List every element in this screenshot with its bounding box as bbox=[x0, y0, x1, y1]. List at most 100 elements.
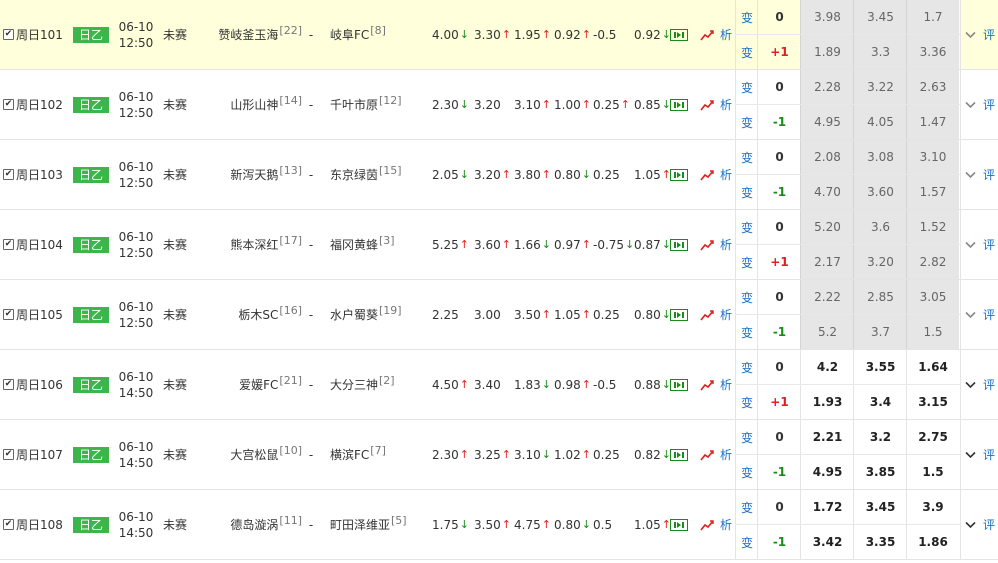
away-win-odds[interactable]: 3.10 bbox=[906, 140, 959, 174]
home-team-name[interactable]: 爱媛FC bbox=[239, 376, 278, 393]
draw-odds[interactable]: 3.2 bbox=[853, 420, 907, 454]
draw-odds[interactable]: 3.60 bbox=[853, 175, 907, 209]
live-button[interactable] bbox=[670, 350, 692, 419]
league-badge[interactable]: 日乙 bbox=[73, 306, 109, 323]
away-win-odds[interactable]: 1.64 bbox=[906, 350, 959, 384]
change-link[interactable]: 变 bbox=[735, 385, 758, 419]
trend-button[interactable] bbox=[700, 70, 716, 139]
match-row[interactable]: ✔ 周日102 日乙 06-10 12:50 未赛 山形山神 [14] - 千叶市原 [12] 2.3… bbox=[0, 70, 998, 140]
away-win-odds[interactable]: 1.7 bbox=[906, 0, 959, 34]
trend-chart-icon[interactable] bbox=[700, 99, 715, 111]
match-row[interactable]: ✔ 周日107 日乙 06-10 14:50 未赛 大宫松鼠 [10] - 横滨FC [7] 2.30… bbox=[0, 420, 998, 490]
home-win-odds[interactable]: 5.20 bbox=[800, 210, 854, 244]
analysis-link[interactable]: 析 bbox=[720, 70, 734, 139]
select-checkbox[interactable]: ✔ bbox=[3, 350, 14, 419]
change-link[interactable]: 变 bbox=[735, 140, 758, 174]
away-team-name[interactable]: 岐阜FC bbox=[330, 26, 369, 43]
comment-link[interactable]: 评 bbox=[980, 210, 998, 279]
comment-link[interactable]: 评 bbox=[980, 280, 998, 349]
home-team-name[interactable]: 栃木SC bbox=[238, 306, 278, 323]
away-win-odds[interactable]: 2.82 bbox=[906, 245, 959, 279]
change-link[interactable]: 变 bbox=[735, 35, 758, 69]
league-badge[interactable]: 日乙 bbox=[73, 96, 109, 113]
expand-button[interactable] bbox=[960, 420, 979, 489]
trend-button[interactable] bbox=[700, 490, 716, 559]
live-video-icon[interactable] bbox=[670, 28, 688, 41]
change-link[interactable]: 变 bbox=[735, 315, 758, 349]
analysis-link[interactable]: 析 bbox=[720, 0, 734, 69]
trend-button[interactable] bbox=[700, 420, 716, 489]
change-link[interactable]: 变 bbox=[735, 105, 758, 139]
away-team-name[interactable]: 福冈黄蜂 bbox=[330, 236, 378, 253]
away-team[interactable]: 东京绿茵 [15] bbox=[330, 140, 430, 209]
match-row[interactable]: ✔ 周日104 日乙 06-10 12:50 未赛 熊本深红 [17] - 福冈黄蜂 [3] 5.25… bbox=[0, 210, 998, 280]
home-team-name[interactable]: 赞岐釜玉海 bbox=[218, 26, 278, 43]
home-win-odds[interactable]: 2.21 bbox=[800, 420, 854, 454]
trend-button[interactable] bbox=[700, 280, 716, 349]
comment-link[interactable]: 评 bbox=[980, 490, 998, 559]
away-win-odds[interactable]: 1.47 bbox=[906, 105, 959, 139]
away-team[interactable]: 岐阜FC [8] bbox=[330, 0, 430, 69]
home-win-odds[interactable]: 2.17 bbox=[800, 245, 854, 279]
chevron-down-icon[interactable] bbox=[964, 311, 976, 319]
home-win-odds[interactable]: 2.08 bbox=[800, 140, 854, 174]
home-win-odds[interactable]: 1.72 bbox=[800, 490, 854, 524]
home-team[interactable]: 大宫松鼠 [10] bbox=[196, 420, 302, 489]
change-link[interactable]: 变 bbox=[735, 70, 758, 104]
analysis-link[interactable]: 析 bbox=[720, 490, 734, 559]
analysis-link[interactable]: 析 bbox=[720, 280, 734, 349]
home-team-name[interactable]: 新泻天鹅 bbox=[230, 166, 278, 183]
draw-odds[interactable]: 3.85 bbox=[853, 455, 907, 489]
match-row[interactable]: ✔ 周日101 日乙 06-10 12:50 未赛 赞岐釜玉海 [22] - 岐阜FC [8] 4.0… bbox=[0, 0, 998, 70]
trend-chart-icon[interactable] bbox=[700, 29, 715, 41]
expand-button[interactable] bbox=[960, 140, 979, 209]
trend-button[interactable] bbox=[700, 350, 716, 419]
home-team-name[interactable]: 山形山神 bbox=[230, 96, 278, 113]
change-link[interactable]: 变 bbox=[735, 245, 758, 279]
live-button[interactable] bbox=[670, 140, 692, 209]
expand-button[interactable] bbox=[960, 210, 979, 279]
trend-button[interactable] bbox=[700, 0, 716, 69]
trend-chart-icon[interactable] bbox=[700, 309, 715, 321]
away-win-odds[interactable]: 1.57 bbox=[906, 175, 959, 209]
change-link[interactable]: 变 bbox=[735, 210, 758, 244]
chevron-down-icon[interactable] bbox=[964, 381, 976, 389]
home-team[interactable]: 山形山神 [14] bbox=[196, 70, 302, 139]
match-row[interactable]: ✔ 周日108 日乙 06-10 14:50 未赛 德岛漩涡 [11] - 町田泽维亚 [5] 1.7… bbox=[0, 490, 998, 560]
away-team[interactable]: 千叶市原 [12] bbox=[330, 70, 430, 139]
trend-chart-icon[interactable] bbox=[700, 449, 715, 461]
home-team[interactable]: 爱媛FC [21] bbox=[196, 350, 302, 419]
away-team[interactable]: 町田泽维亚 [5] bbox=[330, 490, 430, 559]
league-badge[interactable]: 日乙 bbox=[73, 516, 109, 533]
draw-odds[interactable]: 3.45 bbox=[853, 490, 907, 524]
live-video-icon[interactable] bbox=[670, 448, 688, 461]
expand-button[interactable] bbox=[960, 280, 979, 349]
select-checkbox[interactable]: ✔ bbox=[3, 140, 14, 209]
checked-checkbox-icon[interactable]: ✔ bbox=[3, 449, 14, 460]
draw-odds[interactable]: 3.45 bbox=[853, 0, 907, 34]
trend-button[interactable] bbox=[700, 140, 716, 209]
select-checkbox[interactable]: ✔ bbox=[3, 420, 14, 489]
away-win-odds[interactable]: 3.15 bbox=[906, 385, 959, 419]
home-win-odds[interactable]: 1.89 bbox=[800, 35, 854, 69]
change-link[interactable]: 变 bbox=[735, 280, 758, 314]
comment-link[interactable]: 评 bbox=[980, 420, 998, 489]
checked-checkbox-icon[interactable]: ✔ bbox=[3, 169, 14, 180]
expand-button[interactable] bbox=[960, 490, 979, 559]
away-win-odds[interactable]: 3.05 bbox=[906, 280, 959, 314]
league-badge[interactable]: 日乙 bbox=[73, 446, 109, 463]
live-button[interactable] bbox=[670, 0, 692, 69]
trend-button[interactable] bbox=[700, 210, 716, 279]
home-win-odds[interactable]: 3.42 bbox=[800, 525, 854, 559]
live-video-icon[interactable] bbox=[670, 378, 688, 391]
home-team[interactable]: 熊本深红 [17] bbox=[196, 210, 302, 279]
live-button[interactable] bbox=[670, 280, 692, 349]
away-win-odds[interactable]: 3.9 bbox=[906, 490, 959, 524]
draw-odds[interactable]: 3.22 bbox=[853, 70, 907, 104]
change-link[interactable]: 变 bbox=[735, 490, 758, 524]
draw-odds[interactable]: 3.20 bbox=[853, 245, 907, 279]
checked-checkbox-icon[interactable]: ✔ bbox=[3, 519, 14, 530]
home-team[interactable]: 栃木SC [16] bbox=[196, 280, 302, 349]
draw-odds[interactable]: 3.6 bbox=[853, 210, 907, 244]
away-win-odds[interactable]: 2.75 bbox=[906, 420, 959, 454]
